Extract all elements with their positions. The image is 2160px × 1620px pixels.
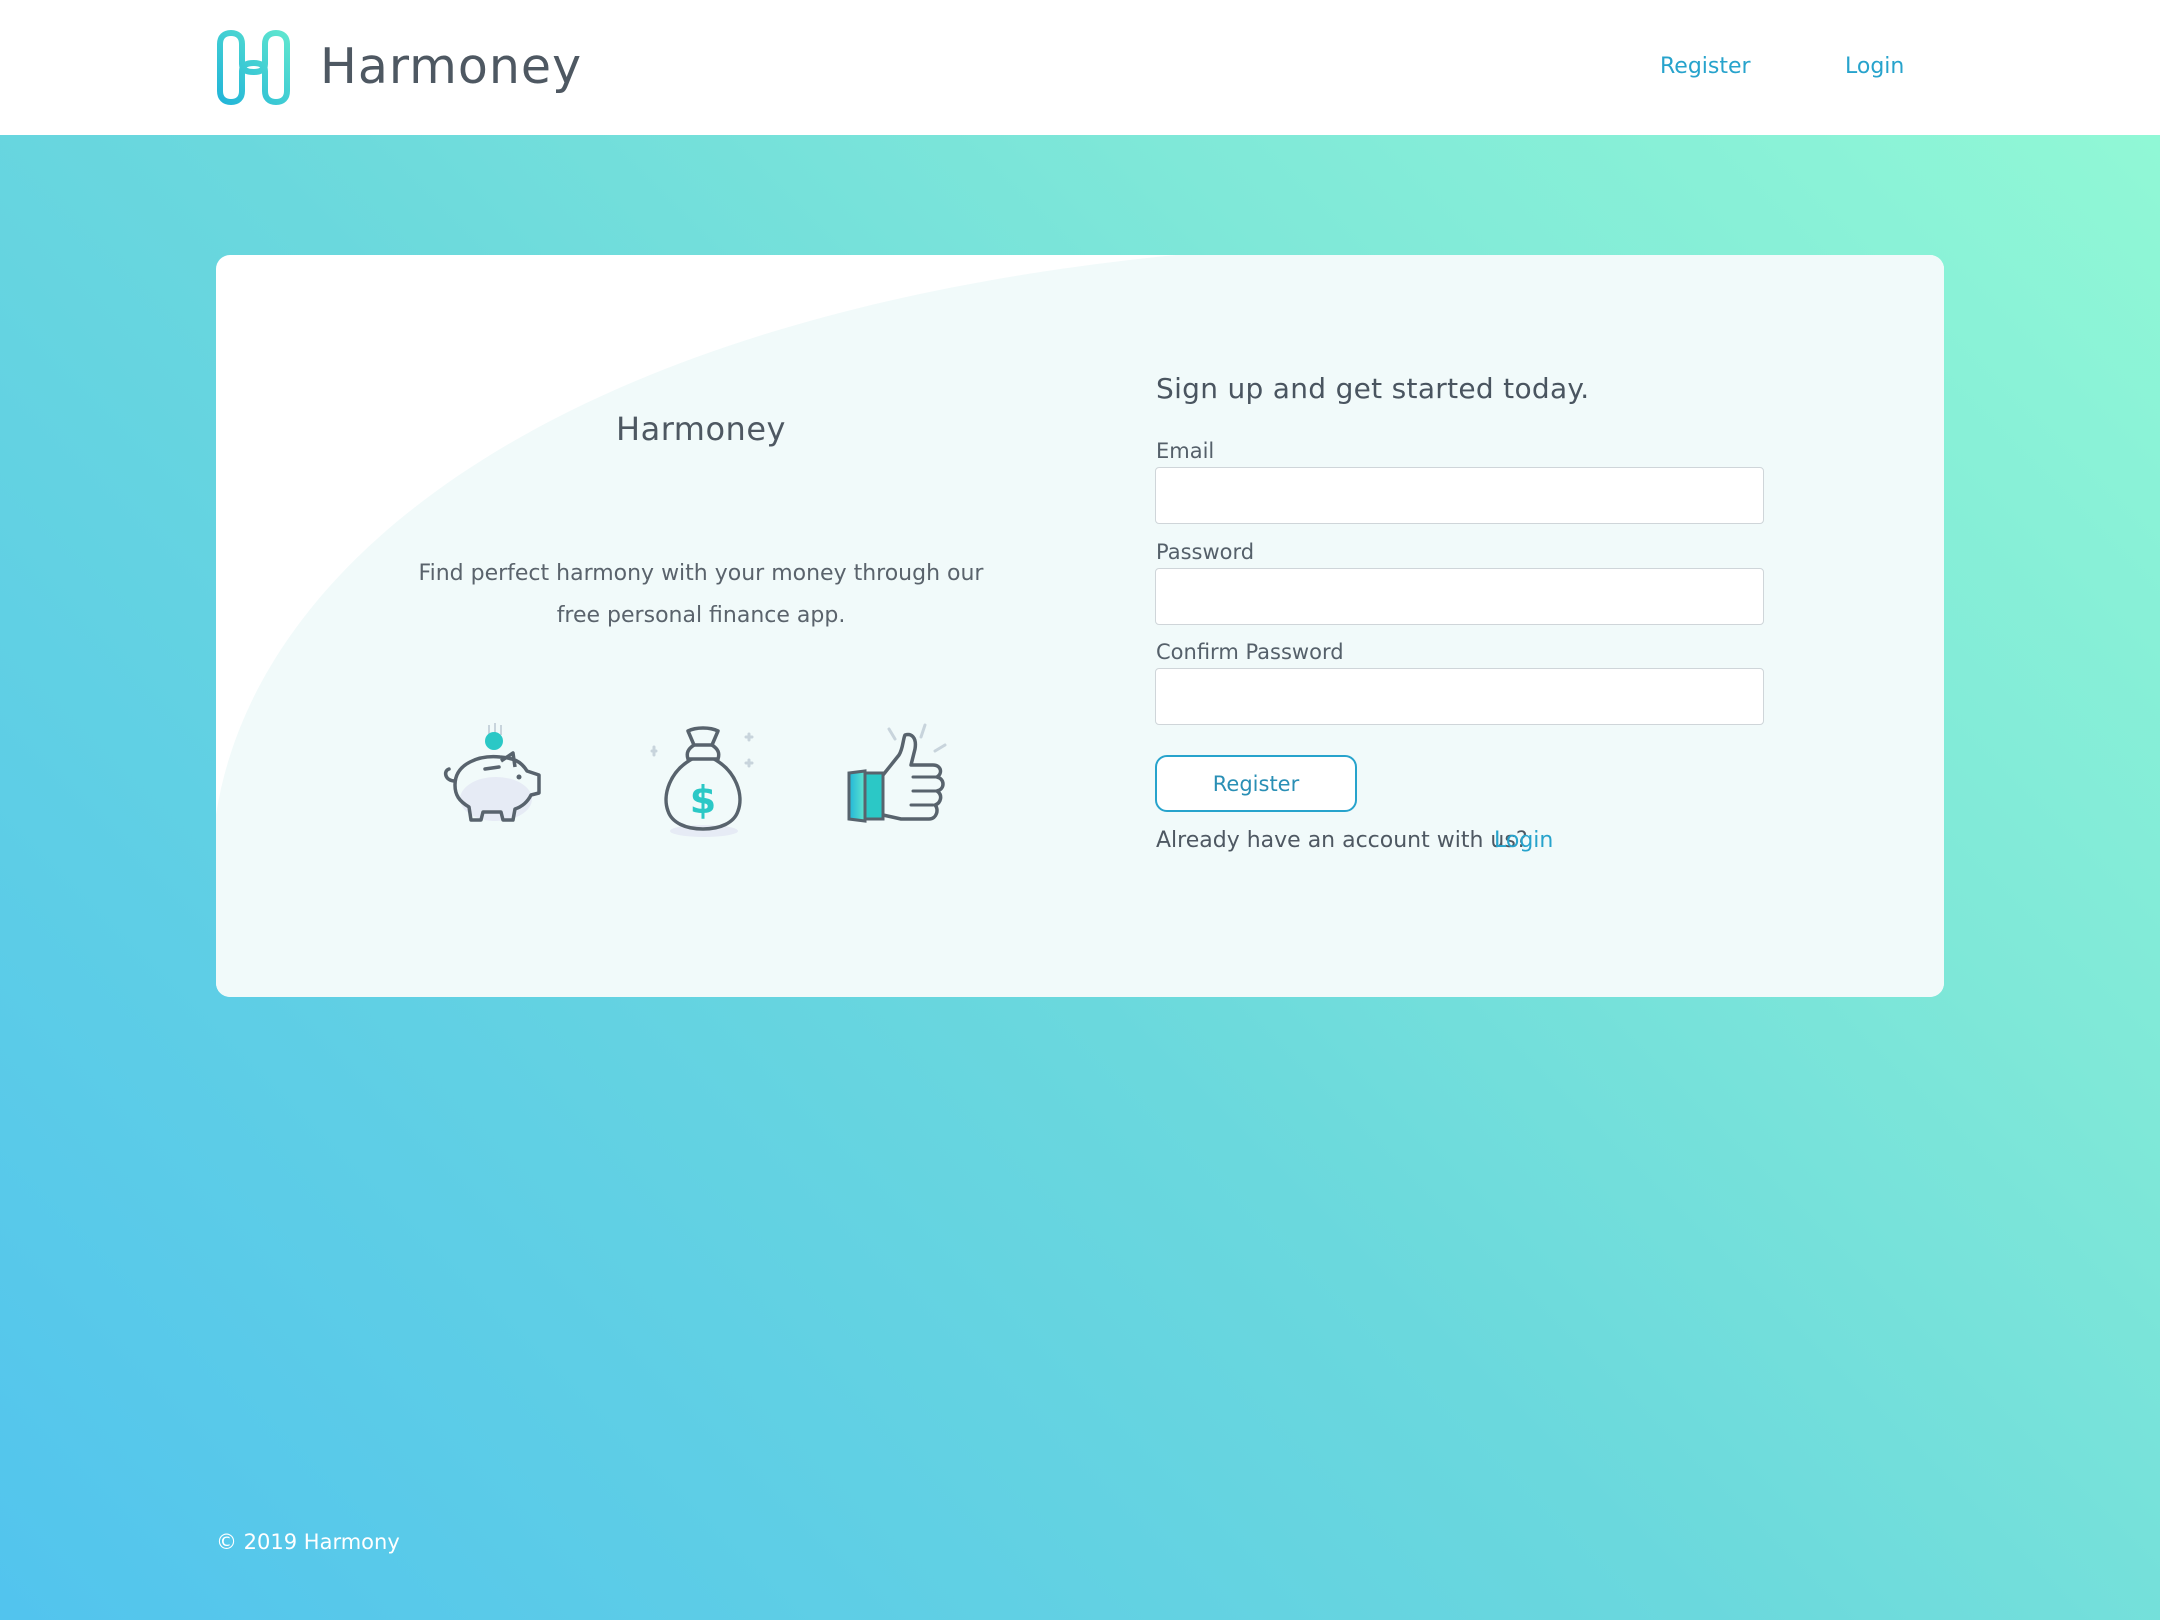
harmoney-logo-icon[interactable] — [215, 29, 292, 106]
promo-description: Find perfect harmony with your money thr… — [418, 561, 984, 628]
promo-title: Harmoney — [616, 410, 786, 448]
thumbs-up-icon — [847, 723, 947, 823]
brand-name: Harmoney — [320, 38, 583, 95]
footer-copyright: © 2019 Harmony — [216, 1530, 400, 1554]
nav-register-link[interactable]: Register — [1660, 50, 1751, 84]
signup-title: Sign up and get started today. — [1156, 372, 1590, 405]
register-button[interactable]: Register — [1155, 755, 1357, 812]
nav-login-link[interactable]: Login — [1845, 50, 1904, 84]
confirm-password-field[interactable] — [1155, 668, 1764, 725]
confirm-password-label: Confirm Password — [1156, 640, 1344, 664]
login-link[interactable]: Login — [1494, 828, 1553, 853]
password-label: Password — [1156, 540, 1255, 564]
piggy-bank-icon — [443, 723, 541, 822]
top-header: Harmoney Register Login — [0, 0, 2160, 135]
signup-card: Harmoney Find perfect harmony with your … — [216, 255, 1944, 997]
password-field[interactable] — [1155, 568, 1764, 625]
already-account-text: Already have an account with us? — [1156, 828, 1528, 853]
money-bag-icon: $ — [650, 726, 754, 837]
email-field[interactable] — [1155, 467, 1764, 524]
email-label: Email — [1156, 439, 1215, 463]
svg-text:$: $ — [690, 778, 716, 822]
